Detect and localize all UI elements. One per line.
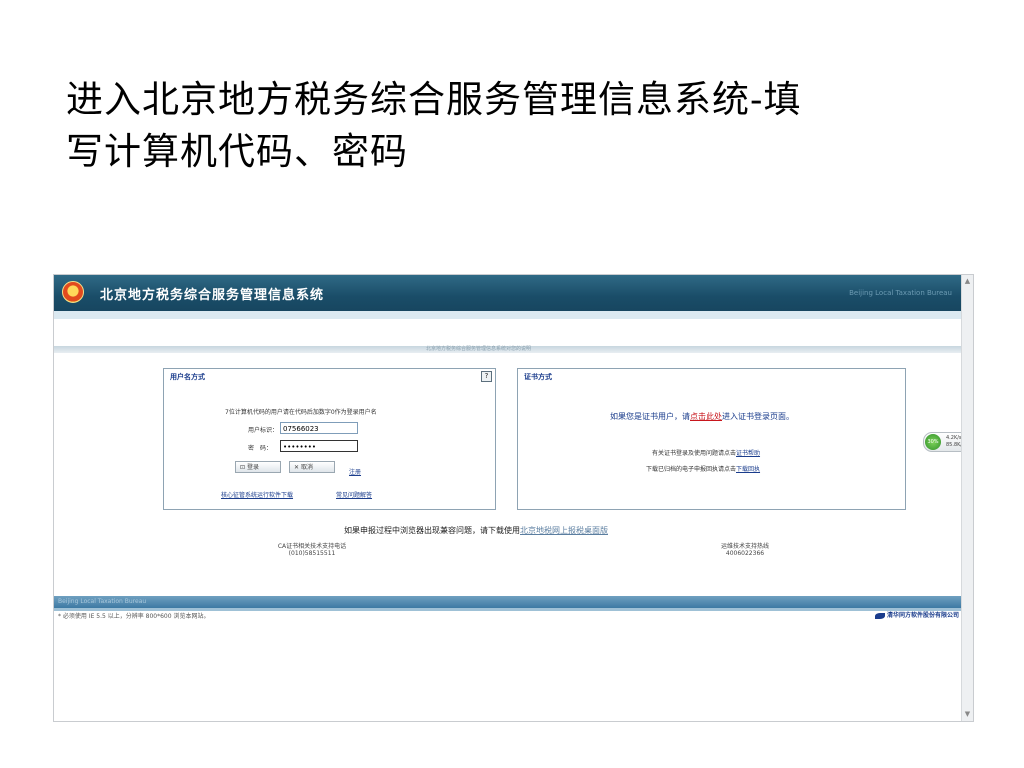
maint-support-label: 运维技术支持热线 bbox=[720, 543, 769, 550]
password-label: 密 码： bbox=[248, 445, 273, 452]
ca-support-phone: (010)58515511 bbox=[288, 550, 336, 557]
notice-bar-text[interactable]: 北京地方税务综合服务管理信息系统对您的说明 bbox=[426, 345, 531, 352]
header-watermark: Beijing Local Taxation Bureau bbox=[849, 289, 952, 297]
tax-emblem-icon bbox=[62, 281, 84, 303]
app-title: 北京地方税务综合服务管理信息系统 bbox=[100, 288, 325, 303]
maint-support-phone: 4006022366 bbox=[725, 550, 765, 557]
slide-title: 进入北京地方税务综合服务管理信息系统-填 写计算机代码、密码 bbox=[66, 74, 966, 178]
footer-band-text: Beijing Local Taxation Bureau bbox=[58, 598, 147, 605]
cert-line1-pre: 如果您是证书用户，请 bbox=[610, 412, 690, 421]
cert-help-line: 有关证书登录及使用问题请点击证书帮助 bbox=[652, 448, 760, 457]
slide-title-line2: 写计算机代码、密码 bbox=[66, 130, 408, 173]
company-mark-icon bbox=[874, 612, 885, 619]
faq-link[interactable]: 常见问题解答 bbox=[336, 490, 372, 499]
cert-help-link[interactable]: 证书帮助 bbox=[736, 450, 760, 457]
receipt-download-link[interactable]: 下载回执 bbox=[736, 466, 760, 473]
browser-notice-text: 如果申报过程中浏览器出现兼容问题，请下载使用 bbox=[344, 526, 520, 535]
ca-support: CA证书相关技术支持电话 (010)58515511 bbox=[237, 541, 387, 557]
browser-screenshot: 北京地方税务综合服务管理信息系统 Beijing Local Taxation … bbox=[53, 274, 974, 722]
login-button[interactable]: ⊡ 登录 bbox=[235, 461, 281, 473]
cert-login-line: 如果您是证书用户，请点击此处进入证书登录页面。 bbox=[610, 411, 794, 422]
scroll-up-icon[interactable]: ▲ bbox=[963, 277, 972, 286]
user-id-label: 用户标识： bbox=[248, 427, 279, 434]
notice-bar: 北京地方税务综合服务管理信息系统对您的说明 bbox=[54, 346, 962, 353]
certificate-login-panel: 证书方式 如果您是证书用户，请点击此处进入证书登录页面。 有关证书登录及使用问题… bbox=[517, 368, 906, 510]
company-logo: 清华同方软件股份有限公司 bbox=[874, 610, 959, 619]
footer-note: * 必须使用 IE 5.5 以上，分辨率 800*600 浏览本网站。 bbox=[58, 613, 210, 620]
company-name: 清华同方软件股份有限公司 bbox=[886, 612, 959, 619]
cert-line2-pre: 有关证书登录及使用问题请点击 bbox=[652, 450, 737, 457]
receipt-download-line: 下载已归档的电子申报回执请点击下载回执 bbox=[646, 464, 760, 473]
register-link[interactable]: 注册 bbox=[349, 467, 361, 476]
cancel-button-label: 取消 bbox=[300, 464, 313, 471]
cert-click-here-link[interactable]: 点击此处 bbox=[690, 412, 722, 421]
maintenance-support: 运维技术支持热线 4006022366 bbox=[670, 541, 820, 557]
username-panel-title: 用户名方式 bbox=[170, 373, 205, 381]
vertical-scrollbar[interactable]: ▲ ▼ bbox=[961, 275, 973, 721]
software-download-link[interactable]: 核心征管系统运行软件下载 bbox=[221, 490, 293, 499]
desktop-version-link[interactable]: 北京地税网上报税桌面版 bbox=[520, 526, 608, 535]
header-band bbox=[54, 311, 962, 319]
username-hint: 7位计算机代码的用户请在代码后加数字0作为登录用户名 bbox=[225, 409, 377, 416]
user-id-input[interactable]: 07566023 bbox=[280, 422, 358, 434]
login-icon: ⊡ bbox=[240, 464, 247, 471]
app-header: 北京地方税务综合服务管理信息系统 Beijing Local Taxation … bbox=[54, 275, 962, 311]
upload-speed: 4.2K/s bbox=[946, 435, 962, 441]
footer-band: Beijing Local Taxation Bureau bbox=[54, 596, 962, 608]
scroll-down-icon[interactable]: ▼ bbox=[963, 710, 972, 719]
help-button[interactable]: ? bbox=[481, 371, 492, 382]
browser-compat-notice: 如果申报过程中浏览器出现兼容问题，请下载使用北京地税网上报税桌面版 bbox=[344, 525, 608, 536]
login-button-label: 登录 bbox=[246, 464, 259, 471]
cancel-icon: ✕ bbox=[294, 464, 301, 471]
slide-title-line1: 进入北京地方税务综合服务管理信息系统-填 bbox=[66, 78, 802, 121]
ca-support-label: CA证书相关技术支持电话 bbox=[277, 543, 347, 550]
cert-line3-pre: 下载已归档的电子申报回执请点击 bbox=[646, 466, 737, 473]
password-input[interactable]: •••••••• bbox=[280, 440, 358, 452]
speed-dial-icon: 30% bbox=[925, 434, 941, 450]
cert-line1-post: 进入证书登录页面。 bbox=[722, 412, 794, 421]
cert-panel-title: 证书方式 bbox=[524, 373, 552, 381]
username-login-panel: 用户名方式 ? 7位计算机代码的用户请在代码后加数字0作为登录用户名 用户标识：… bbox=[163, 368, 496, 510]
cancel-button[interactable]: ✕ 取消 bbox=[289, 461, 335, 473]
